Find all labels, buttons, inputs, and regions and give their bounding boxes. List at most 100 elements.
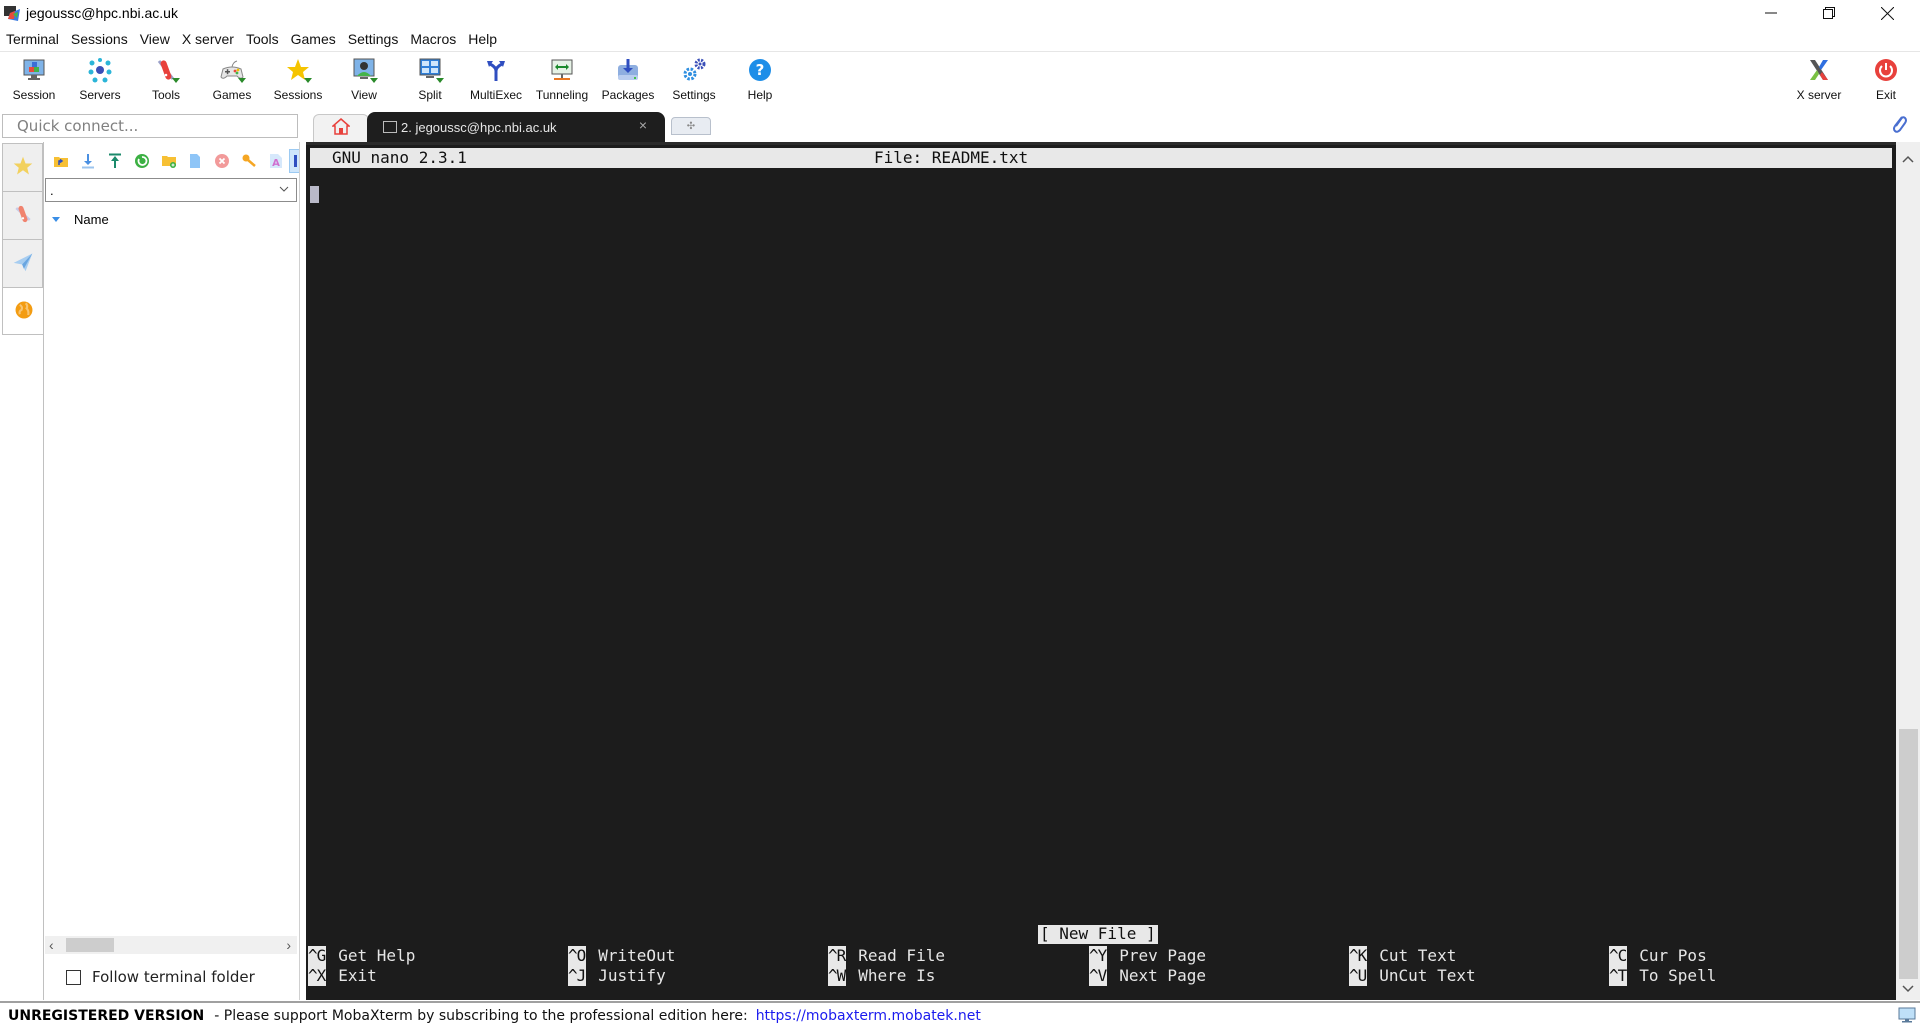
remote-path-dropdown[interactable]: . bbox=[45, 178, 297, 202]
shortcut-to-spell: ^T To Spell bbox=[1609, 966, 1716, 986]
session-tab-label: 2. jegoussc@hpc.nbi.ac.uk bbox=[401, 119, 557, 135]
split-icon bbox=[416, 56, 444, 84]
gears-icon bbox=[680, 56, 708, 84]
terminal-area[interactable]: GNU nano 2.3.1 File: README.txt [ New Fi… bbox=[306, 142, 1896, 1000]
permissions-key-icon[interactable] bbox=[235, 149, 262, 173]
menu-macros[interactable]: Macros bbox=[404, 28, 462, 50]
text-file-icon[interactable]: A bbox=[262, 149, 289, 173]
menu-games[interactable]: Games bbox=[285, 28, 342, 50]
download-icon[interactable] bbox=[75, 149, 102, 173]
nano-filename: File: README.txt bbox=[874, 148, 1029, 167]
menu-sessions[interactable]: Sessions bbox=[65, 28, 134, 50]
paperclip-icon[interactable] bbox=[1890, 114, 1908, 137]
home-icon bbox=[331, 118, 351, 139]
sidebar-tab-sessions[interactable] bbox=[2, 143, 43, 191]
scroll-left-icon[interactable]: ‹ bbox=[49, 936, 54, 954]
window-title: jegoussc@hpc.nbi.ac.uk bbox=[26, 5, 178, 21]
toolbar-xserver-button[interactable]: X server bbox=[1786, 56, 1852, 106]
shortcut-cur-pos: ^C Cur Pos bbox=[1609, 946, 1707, 966]
shortcut-label: Cur Pos bbox=[1639, 946, 1707, 965]
close-tab-icon[interactable]: × bbox=[639, 117, 647, 133]
packages-icon bbox=[614, 56, 642, 84]
menu-terminal[interactable]: Terminal bbox=[0, 28, 65, 50]
toolbar-games-button[interactable]: Games bbox=[199, 56, 265, 106]
multiexec-icon bbox=[482, 56, 510, 84]
toolbar-sessions-label: Sessions bbox=[273, 88, 323, 102]
shortcut-key: ^X bbox=[308, 966, 326, 986]
horizontal-scrollbar[interactable]: ‹ › bbox=[45, 936, 297, 954]
session-icon bbox=[20, 56, 48, 84]
toolbar-multiexec-button[interactable]: MultiExec bbox=[463, 56, 529, 106]
vertical-scroll-thumb[interactable] bbox=[1899, 729, 1918, 979]
close-window-button[interactable] bbox=[1858, 0, 1916, 26]
toolbar-help-label: Help bbox=[747, 88, 773, 102]
new-folder-icon[interactable] bbox=[155, 149, 182, 173]
follow-terminal-folder-option[interactable]: Follow terminal folder bbox=[66, 968, 255, 986]
toolbar-xserver-label: X server bbox=[1796, 88, 1842, 102]
toolbar-exit-button[interactable]: Exit bbox=[1853, 56, 1919, 106]
shortcut-next-page: ^V Next Page bbox=[1089, 966, 1206, 986]
toolbar-servers-button[interactable]: Servers bbox=[67, 56, 133, 106]
toolbar-games-label: Games bbox=[212, 88, 252, 102]
shortcut-key: ^U bbox=[1349, 966, 1367, 986]
mobatek-link[interactable]: https://mobaxterm.mobatek.net bbox=[756, 1008, 981, 1024]
svg-text:?: ? bbox=[756, 61, 765, 79]
help-icon: ? bbox=[746, 56, 774, 84]
toolbar-help-button[interactable]: ? Help bbox=[727, 56, 793, 106]
toolbar-settings-button[interactable]: Settings bbox=[661, 56, 727, 106]
shortcut-key: ^J bbox=[568, 966, 586, 986]
sidebar-tabs bbox=[2, 143, 44, 335]
monitor-icon[interactable] bbox=[1898, 1007, 1916, 1027]
toolbar-view-button[interactable]: View bbox=[331, 56, 397, 106]
sidebar-tab-tools[interactable] bbox=[2, 191, 43, 239]
scroll-down-icon[interactable] bbox=[1896, 982, 1920, 996]
toolbar-tools-button[interactable]: Tools bbox=[133, 56, 199, 106]
text-cursor bbox=[310, 186, 319, 203]
scroll-right-icon[interactable]: › bbox=[286, 936, 291, 954]
panel-splitter[interactable] bbox=[299, 142, 305, 1000]
minimize-button[interactable] bbox=[1742, 0, 1800, 26]
toolbar-packages-button[interactable]: Packages bbox=[595, 56, 661, 106]
follow-terminal-folder-checkbox[interactable] bbox=[66, 969, 81, 985]
quick-connect-input[interactable] bbox=[2, 114, 298, 138]
toolbar-exit-label: Exit bbox=[1875, 88, 1896, 102]
title-bar: jegoussc@hpc.nbi.ac.uk bbox=[0, 0, 1920, 26]
menu-view[interactable]: View bbox=[134, 28, 176, 50]
sidebar-tab-sftp[interactable] bbox=[2, 287, 44, 335]
toolbar-tunneling-label: Tunneling bbox=[535, 88, 589, 102]
terminal-vertical-scrollbar[interactable] bbox=[1896, 142, 1920, 1000]
name-column-header[interactable]: Name bbox=[52, 210, 109, 228]
home-tab[interactable] bbox=[313, 114, 369, 142]
toolbar-session-button[interactable]: Session bbox=[1, 56, 67, 106]
new-file-icon[interactable] bbox=[182, 149, 209, 173]
support-message: - Please support MobaXterm by subscribin… bbox=[214, 1007, 748, 1024]
shortcut-writeout: ^O WriteOut bbox=[568, 946, 675, 966]
horizontal-scroll-thumb[interactable] bbox=[66, 938, 114, 952]
toolbar-split-button[interactable]: Split bbox=[397, 56, 463, 106]
star-icon bbox=[284, 56, 312, 84]
menu-settings[interactable]: Settings bbox=[342, 28, 405, 50]
menu-help[interactable]: Help bbox=[462, 28, 503, 50]
parent-folder-icon[interactable] bbox=[48, 149, 75, 173]
tab-session-2[interactable]: 2. jegoussc@hpc.nbi.ac.uk × bbox=[367, 112, 665, 142]
shortcut-key: ^W bbox=[828, 966, 846, 986]
view-icon bbox=[350, 56, 378, 84]
upload-icon[interactable] bbox=[102, 149, 129, 173]
tools-icon bbox=[152, 56, 180, 84]
sort-descending-icon bbox=[52, 216, 60, 222]
session-tab-bar: 2. jegoussc@hpc.nbi.ac.uk × ✣ bbox=[305, 110, 1920, 142]
scroll-up-icon[interactable] bbox=[1896, 150, 1920, 166]
refresh-icon[interactable] bbox=[128, 149, 155, 173]
toolbar-servers-label: Servers bbox=[79, 88, 121, 102]
shortcut-key: ^T bbox=[1609, 966, 1627, 986]
restore-button[interactable] bbox=[1800, 0, 1858, 26]
toolbar-sessions-button[interactable]: Sessions bbox=[265, 56, 331, 106]
toolbar-tunneling-button[interactable]: Tunneling bbox=[529, 56, 595, 106]
delete-icon[interactable] bbox=[209, 149, 236, 173]
menu-x-server[interactable]: X server bbox=[176, 28, 240, 50]
toolbar-packages-label: Packages bbox=[601, 88, 655, 102]
new-tab-button[interactable]: ✣ bbox=[671, 117, 711, 135]
sidebar-tab-macros[interactable] bbox=[2, 239, 43, 287]
menu-tools[interactable]: Tools bbox=[240, 28, 285, 50]
shortcut-label: To Spell bbox=[1639, 966, 1717, 985]
